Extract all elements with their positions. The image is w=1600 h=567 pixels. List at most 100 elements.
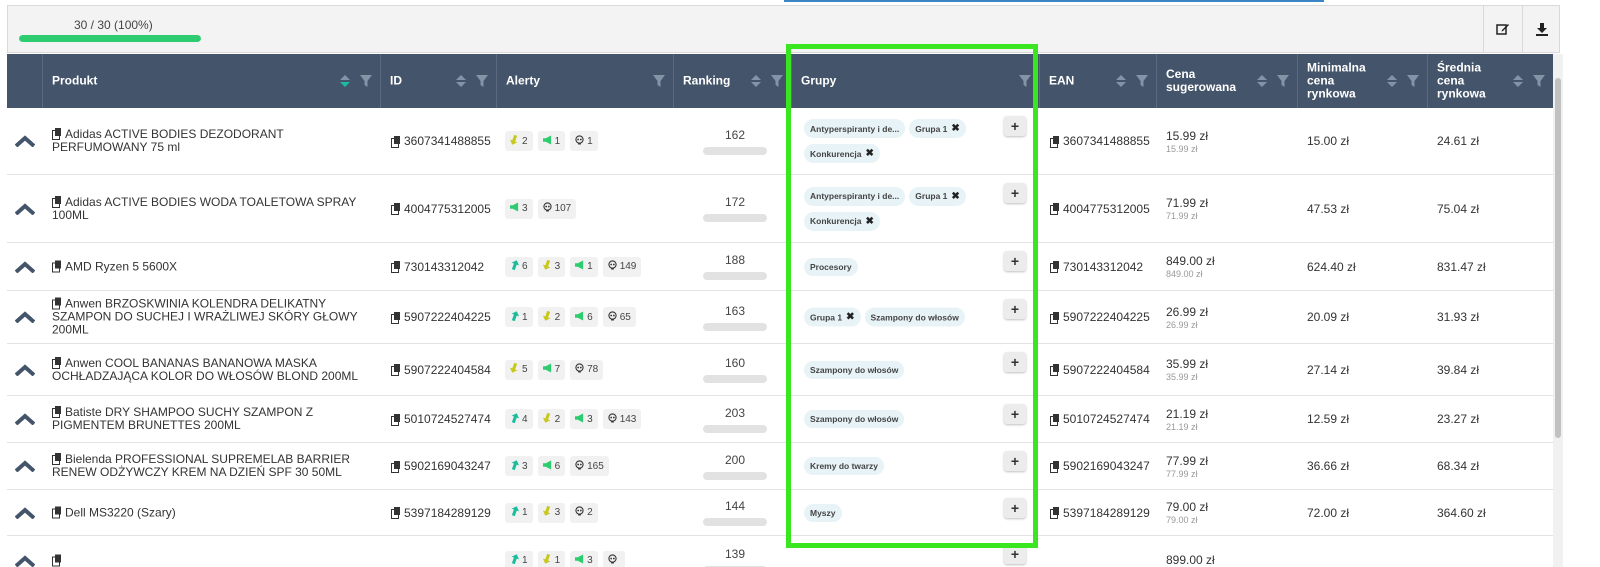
sort-icon[interactable] [1513,75,1523,87]
alert-badge-skull[interactable]: 78 [570,359,604,380]
copy-icon[interactable] [52,260,61,272]
add-group-button[interactable]: + [1004,498,1026,518]
add-group-button[interactable]: + [1004,299,1026,319]
alert-badge-megaphone[interactable]: 7 [537,359,566,380]
vertical-scrollbar[interactable] [1553,54,1563,567]
add-group-button[interactable]: + [1004,251,1026,271]
remove-icon[interactable]: ✖ [866,148,874,159]
copy-icon[interactable] [391,413,400,426]
remove-icon[interactable]: ✖ [951,123,959,134]
product-name[interactable]: Anwen BRZOSKWINIA KOLENDRA DELIKATNY SZA… [52,297,357,337]
product-name[interactable]: Anwen COOL BANANAS BANANOWA MASKA OCHŁAD… [52,356,358,383]
copy-icon[interactable] [391,261,400,273]
expand-toggle[interactable] [7,291,43,343]
alert-badge-up[interactable]: 1 [505,502,533,523]
header-cena-sugerowana[interactable]: Cena sugerowana [1157,54,1298,108]
alert-badge-skull[interactable]: 1 [570,131,598,151]
filter-icon[interactable] [771,75,783,87]
copy-icon[interactable] [391,135,400,148]
alert-badge-up[interactable]: 1 [505,307,533,327]
header-alerty[interactable]: Alerty [497,54,674,108]
group-tag[interactable]: Grupa 1 ✖ [909,119,966,138]
alert-badge-skull[interactable]: 143 [602,409,642,429]
expand-toggle[interactable] [7,490,43,535]
filter-icon[interactable] [653,75,665,87]
header-id[interactable]: ID [381,54,497,108]
alert-badge-megaphone[interactable]: 3 [505,198,533,219]
add-group-button[interactable]: + [1004,404,1026,424]
group-tag[interactable]: Kremy do twarzy [804,457,885,475]
group-tag[interactable]: Antyperspiranty i de... [804,186,906,206]
header-ean[interactable]: EAN [1040,54,1157,108]
add-group-button[interactable]: + [1004,451,1026,471]
copy-icon[interactable] [1050,364,1059,376]
alert-badge-skull[interactable]: 165 [570,456,609,476]
alert-badge-up[interactable]: 6 [505,256,533,277]
sort-icon[interactable] [1116,75,1126,87]
product-name[interactable]: Bielenda PROFESSIONAL SUPREMELAB BARRIER… [52,452,350,479]
add-group-button[interactable]: + [1004,544,1026,564]
copy-icon[interactable] [52,356,61,369]
product-name[interactable]: Batiste DRY SHAMPOO SUCHY SZAMPON Z PIGM… [52,405,313,432]
product-name[interactable]: Dell MS3220 (Szary) [65,505,176,519]
remove-icon[interactable]: ✖ [846,312,854,323]
alert-badge-skull[interactable]: 149 [602,256,642,277]
group-tag[interactable]: Szampony do włosów [804,410,905,428]
alert-badge-down[interactable]: 2 [537,409,566,429]
sort-icon[interactable] [1257,75,1267,87]
alert-badge-down[interactable]: 2 [537,307,566,327]
group-tag[interactable]: Antyperspiranty i de... [804,119,906,138]
sort-icon[interactable] [1387,75,1397,87]
copy-icon[interactable] [391,311,400,324]
remove-icon[interactable]: ✖ [951,191,959,202]
sort-icon[interactable] [751,75,761,87]
copy-icon[interactable] [1050,460,1059,473]
scrollbar-thumb[interactable] [1555,78,1561,438]
alert-badge-skull[interactable] [602,550,625,567]
alert-badge-megaphone[interactable]: 1 [570,256,598,277]
alert-badge-down[interactable]: 3 [537,256,566,277]
filter-icon[interactable] [1277,75,1289,87]
copy-icon[interactable] [391,507,400,519]
copy-icon[interactable] [1050,135,1059,148]
group-tag[interactable]: Grupa 1 ✖ [909,186,966,206]
edit-button[interactable] [1483,6,1522,52]
alert-badge-down[interactable]: 3 [537,502,566,523]
group-tag[interactable]: Szampony do włosów [864,307,965,327]
alert-badge-megaphone[interactable]: 6 [537,456,566,476]
sort-icon[interactable] [456,75,466,87]
filter-icon[interactable] [1136,75,1148,87]
copy-icon[interactable] [391,364,400,376]
filter-icon[interactable] [360,75,372,87]
alert-badge-down[interactable]: 1 [537,550,566,567]
alert-badge-skull[interactable]: 65 [602,307,636,327]
add-group-button[interactable]: + [1004,183,1026,203]
copy-icon[interactable] [1050,261,1059,273]
alert-badge-megaphone[interactable]: 6 [570,307,598,327]
alert-badge-up[interactable]: 1 [505,550,533,567]
alert-badge-megaphone[interactable]: 3 [570,409,598,429]
header-minimalna-cena[interactable]: Minimalna cena rynkowa [1298,54,1428,108]
remove-icon[interactable]: ✖ [866,216,874,227]
copy-icon[interactable] [52,128,61,140]
expand-toggle[interactable] [7,344,43,395]
product-name[interactable]: Adidas ACTIVE BODIES WODA TOALETOWA SPRA… [52,195,356,222]
group-tag[interactable]: Myszy [804,503,842,522]
group-tag[interactable]: Szampony do włosów [804,360,905,379]
alert-badge-up[interactable]: 4 [505,409,533,429]
header-srednia-cena[interactable]: Średnia cena rynkowa [1428,54,1553,108]
add-group-button[interactable]: + [1004,352,1026,372]
product-name[interactable]: AMD Ryzen 5 5600X [65,259,177,273]
group-tag[interactable]: Konkurencja ✖ [804,211,880,231]
filter-icon[interactable] [476,75,488,87]
add-group-button[interactable]: + [1004,116,1026,136]
copy-icon[interactable] [1050,413,1059,426]
copy-icon[interactable] [52,554,61,566]
alert-badge-skull[interactable]: 107 [537,198,577,219]
download-button[interactable] [1522,6,1561,52]
alert-badge-down[interactable]: 5 [505,359,533,380]
expand-toggle[interactable] [7,175,43,242]
copy-icon[interactable] [391,460,400,473]
header-ranking[interactable]: Ranking [674,54,792,108]
alert-badge-megaphone[interactable]: 3 [570,550,598,567]
